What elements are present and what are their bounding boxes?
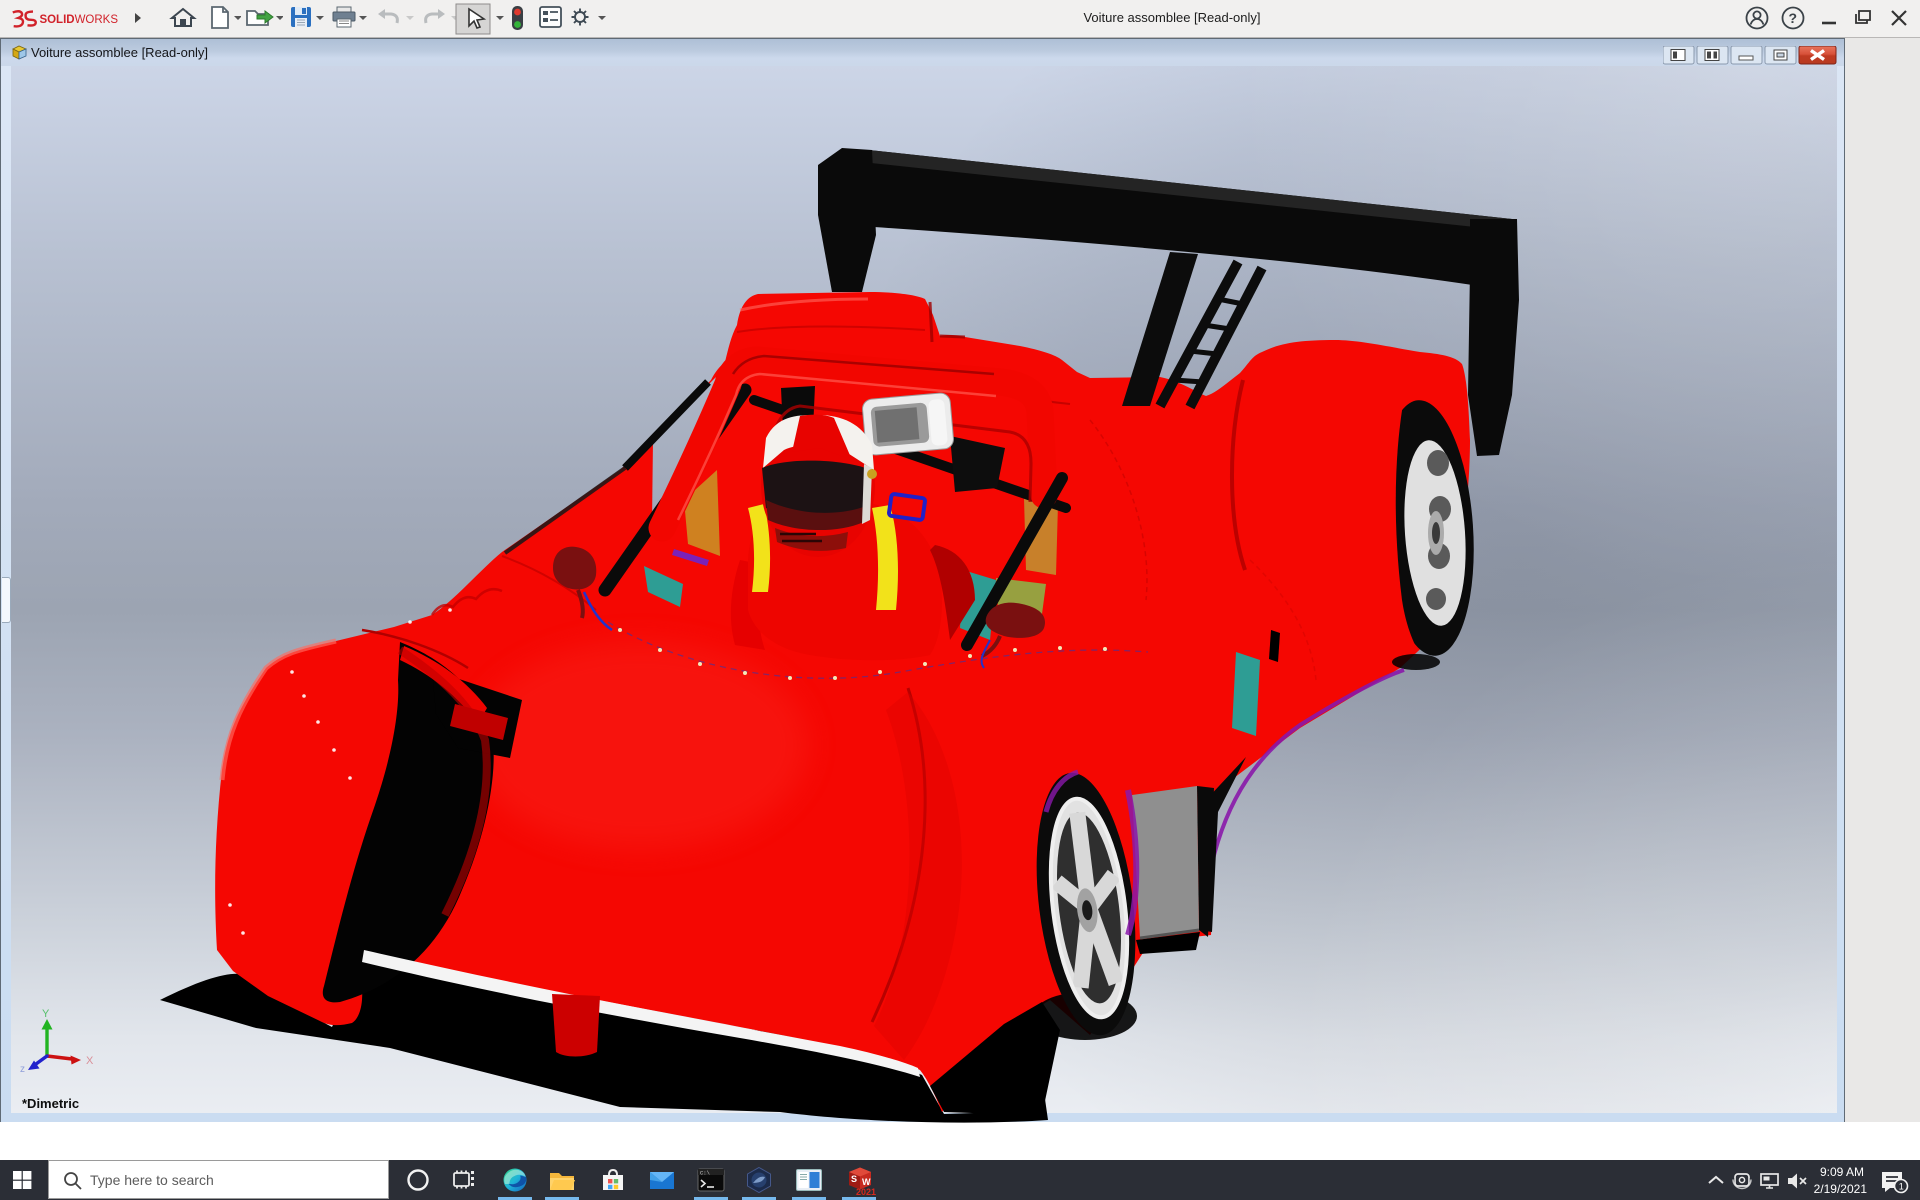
svg-text:W: W [862, 1177, 871, 1187]
svg-text:1: 1 [1899, 1182, 1904, 1192]
svg-text:2021: 2021 [856, 1187, 876, 1197]
svg-text:z: z [20, 1064, 25, 1075]
svg-text:Y: Y [42, 1008, 50, 1020]
svg-text:*Dimetric: *Dimetric [22, 1096, 79, 1111]
svg-text:C:\: C:\ [700, 1170, 710, 1177]
svg-text:X: X [86, 1055, 94, 1067]
svg-text:S: S [851, 1174, 857, 1184]
